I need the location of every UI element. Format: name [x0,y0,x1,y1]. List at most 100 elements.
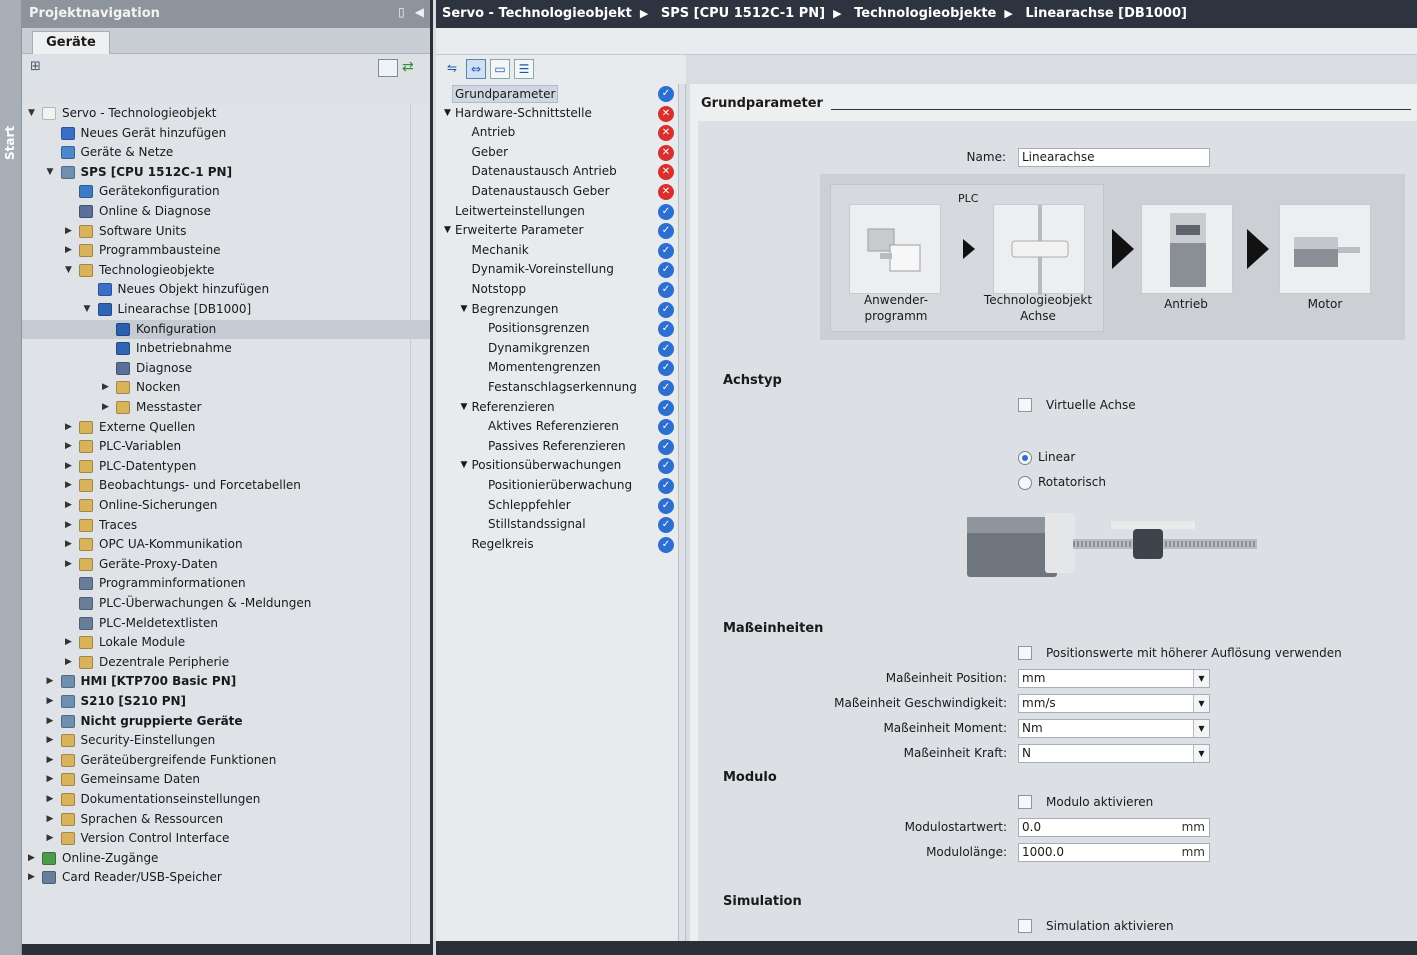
start-sidebar[interactable]: Start [0,0,22,955]
name-field[interactable]: Linearachse [1018,148,1210,167]
config-nav-item[interactable]: Positionierüberwachung ✓ [436,476,676,496]
config-nav-item[interactable]: Stillstandssignal ✓ [436,515,676,535]
user-program-tile[interactable] [849,204,941,294]
tree-item[interactable]: ▶ Online-Sicherungen [22,496,430,516]
tree-item[interactable]: ▼ Linearachse [DB1000] [22,300,430,320]
tree-item[interactable]: ▶ Software Units [22,222,430,242]
expand-arrow-icon[interactable]: ▼ [65,261,72,281]
tree-item[interactable]: ▶ Dokumentationseinstellungen [22,790,430,810]
collapse-arrow-icon[interactable]: ▶ [65,535,72,555]
config-nav-item[interactable]: ▼ Hardware-Schnittstelle ✕ [436,104,676,124]
tree-item[interactable]: ▶ Online-Zugänge [22,849,430,869]
breadcrumb-item[interactable]: Linearachse [DB1000] [1025,6,1187,21]
breadcrumb-item[interactable]: Servo - Technologieobjekt [442,6,632,21]
high-resolution-checkbox[interactable] [1018,646,1032,660]
tree-item[interactable]: Programminformationen [22,574,430,594]
tree-item[interactable]: Neues Objekt hinzufügen [22,280,430,300]
unit-position-select[interactable]: mm ▼ [1018,669,1210,688]
tree-item[interactable]: ▶ Nicht gruppierte Geräte [22,712,430,732]
tree-item[interactable]: ▼ SPS [CPU 1512C-1 PN] [22,163,430,183]
collapse-all-icon[interactable]: ☰ [514,59,534,79]
collapse-arrow-icon[interactable]: ▶ [65,457,72,477]
tree-item[interactable]: ▶ Beobachtungs- und Forcetabellen [22,476,430,496]
tree-item[interactable]: ▶ Security-Einstellungen [22,731,430,751]
collapse-arrow-icon[interactable]: ▶ [65,418,72,438]
config-nav-item[interactable]: Antrieb ✕ [436,123,676,143]
config-nav-item[interactable]: Aktives Referenzieren ✓ [436,417,676,437]
config-nav-item[interactable]: Dynamikgrenzen ✓ [436,339,676,359]
collapse-arrow-icon[interactable]: ▶ [47,790,54,810]
tree-item[interactable]: Konfiguration [22,319,430,340]
tree-item[interactable]: ▶ Messtaster [22,398,430,418]
tree-item[interactable]: ▼ Technologieobjekte [22,261,430,281]
collapse-arrow-icon[interactable]: ▶ [47,810,54,830]
tree-item[interactable]: Online & Diagnose [22,202,430,222]
collapse-arrow-icon[interactable]: ▶ [65,496,72,516]
chevron-down-icon[interactable]: ▼ [1193,695,1209,712]
tree-item[interactable]: ▶ PLC-Datentypen [22,457,430,477]
overview-icon[interactable] [378,59,398,77]
breadcrumb-item[interactable]: SPS [CPU 1512C-1 PN] [661,6,825,21]
tree-item[interactable]: ▶ Sprachen & Ressourcen [22,810,430,830]
config-nav-item[interactable]: ▼ Erweiterte Parameter ✓ [436,221,676,241]
tree-item[interactable]: Gerätekonfiguration [22,182,430,202]
tree-item[interactable]: ▶ Geräte-Proxy-Daten [22,555,430,575]
config-nav-item[interactable]: Festanschlagserkennung ✓ [436,378,676,398]
config-nav-item[interactable]: Datenaustausch Geber ✕ [436,182,676,202]
config-nav-item[interactable]: Dynamik-Voreinstellung ✓ [436,260,676,280]
virtual-axis-checkbox[interactable] [1018,398,1032,412]
config-nav-item[interactable]: Momentengrenzen ✓ [436,358,676,378]
modulo-enable-checkbox[interactable] [1018,795,1032,809]
collapse-arrow-icon[interactable]: ▶ [47,712,54,732]
tree-item[interactable]: PLC-Meldetextlisten [22,614,430,634]
collapse-arrow-icon[interactable]: ▶ [65,653,72,673]
expand-arrow-icon[interactable]: ▼ [461,398,468,418]
tree-item[interactable]: ▶ OPC UA-Kommunikation [22,535,430,555]
config-nav-item[interactable]: Passives Referenzieren ✓ [436,437,676,457]
config-nav-item[interactable]: ▼ Begrenzungen ✓ [436,300,676,320]
tree-item[interactable]: Diagnose [22,359,430,379]
expand-arrow-icon[interactable]: ▼ [84,300,91,320]
tree-item[interactable]: ▶ Gemeinsame Daten [22,770,430,790]
tree-toggle-icon[interactable]: ⊞ [30,59,50,77]
rotary-radio[interactable] [1018,476,1032,490]
config-nav-item[interactable]: Regelkreis ✓ [436,535,676,555]
config-nav-item[interactable]: Mechanik ✓ [436,241,676,261]
tree-item[interactable]: ▶ Programmbausteine [22,241,430,261]
expand-arrow-icon[interactable]: ▼ [461,300,468,320]
collapse-arrow-icon[interactable]: ▶ [102,398,109,418]
tree-item[interactable]: ▶ Lokale Module [22,633,430,653]
unit-torque-select[interactable]: Nm ▼ [1018,719,1210,738]
expand-arrow-icon[interactable]: ▼ [28,104,35,124]
compare-icon[interactable]: ⇋ [442,59,462,79]
tree-item[interactable]: ▶ Geräteübergreifende Funktionen [22,751,430,771]
chevron-down-icon[interactable]: ▼ [1193,720,1209,737]
tree-item[interactable]: Geräte & Netze [22,143,430,163]
sync-icon[interactable]: ⇄ [402,59,422,77]
tree-item[interactable]: ▶ Dezentrale Peripherie [22,653,430,673]
tab-devices[interactable]: Geräte [32,31,110,54]
expand-arrow-icon[interactable]: ▼ [47,163,54,183]
modulo-start-field[interactable]: 0.0 mm [1018,818,1210,837]
inspector-bar[interactable] [436,941,1417,955]
collapse-arrow-icon[interactable]: ▶ [47,672,54,692]
collapse-arrow-icon[interactable]: ▶ [65,516,72,536]
collapse-panel-icon[interactable]: ◀ [415,5,424,19]
config-nav-item[interactable]: Positionsgrenzen ✓ [436,319,676,339]
functional-view-icon[interactable]: ⇔ [466,59,486,79]
technology-object-tile[interactable] [993,204,1085,295]
tree-item[interactable]: ▶ S210 [S210 PN] [22,692,430,712]
chevron-down-icon[interactable]: ▼ [1193,670,1209,687]
config-nav-item[interactable]: Grundparameter ✓ [436,84,676,104]
config-nav-item[interactable]: Geber ✕ [436,143,676,163]
collapse-arrow-icon[interactable]: ▶ [47,770,54,790]
tree-item[interactable]: ▶ Externe Quellen [22,418,430,438]
collapse-arrow-icon[interactable]: ▶ [65,633,72,653]
config-nav-item[interactable]: Leitwerteinstellungen ✓ [436,202,676,222]
simulation-enable-checkbox[interactable] [1018,919,1032,933]
unit-speed-select[interactable]: mm/s ▼ [1018,694,1210,713]
collapse-arrow-icon[interactable]: ▶ [102,378,109,398]
collapse-arrow-icon[interactable]: ▶ [65,241,72,261]
modulo-length-field[interactable]: 1000.0 mm [1018,843,1210,862]
collapse-arrow-icon[interactable]: ▶ [65,222,72,242]
